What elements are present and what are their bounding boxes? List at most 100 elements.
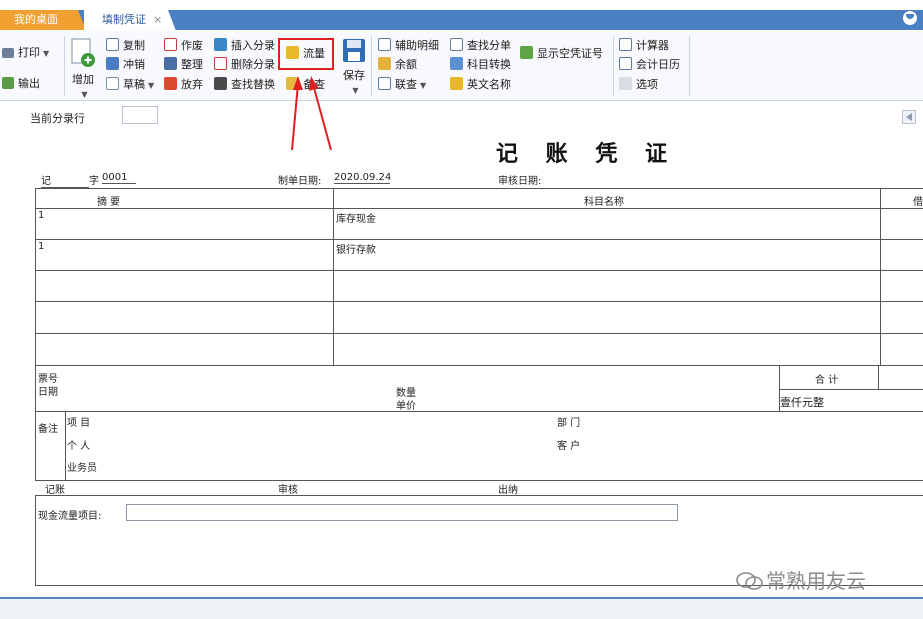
entry-summary-cell[interactable] [35,301,334,334]
tidy-button[interactable]: 整理 [164,56,203,74]
english-icon [450,77,463,90]
chevron-down-icon[interactable]: ▼ [148,81,154,90]
account-convert-button[interactable]: 科目转换 [450,56,511,74]
draft-icon [106,77,119,90]
project-label: 项 目 [67,418,91,429]
copy-button[interactable]: 复制 [106,37,145,55]
chevron-down-icon[interactable]: ▼ [43,49,49,58]
entry-summary-cell[interactable] [35,270,334,302]
entry-account-cell[interactable] [333,333,881,366]
print-button[interactable]: 打印 ▼ [2,44,49,62]
entry-summary-cell[interactable] [35,239,334,271]
find-entry-icon [450,38,463,51]
export-icon [2,77,14,89]
aux-detail-button[interactable]: 辅助明细 [378,37,439,55]
calendar-icon [619,57,632,70]
discard-icon [164,77,177,90]
status-bar [0,597,923,619]
floppy-disk-icon [343,39,365,62]
voucher-title: 记 账 凭 证 [496,141,677,167]
entry-account-cell[interactable] [333,208,881,240]
make-date[interactable]: 2020.09.24 [334,172,391,184]
find-entry-button[interactable]: 查找分单 [450,37,511,55]
col-account-label: 科目名称 [584,197,624,208]
balance-button[interactable]: 余额 [378,56,417,74]
id-icon [520,46,533,59]
insert-entry-button[interactable]: 插入分录 [214,37,275,55]
zi-label: 字 [89,176,99,187]
watermark: 常熟用友云 [736,565,866,593]
delete-entry-button[interactable]: 删除分录 [214,56,275,74]
aux-detail-icon [378,38,391,51]
reverse-icon [106,57,119,70]
show-empty-number-button[interactable]: 显示空凭证号 [520,45,603,63]
total-label: 合 计 [815,375,839,386]
entry-account-cell[interactable] [333,301,881,334]
voucher-type-field[interactable]: 记 [41,172,89,188]
row-account: 银行存款 [336,245,376,256]
spare-icon [286,77,299,90]
void-button[interactable]: 作废 [164,37,203,55]
salesman-label: 业务员 [67,463,97,474]
chevron-down-icon[interactable]: ▼ [420,81,426,90]
auditor-label: 审核 [278,485,298,496]
delete-row-icon [214,57,227,70]
find-replace-button[interactable]: 查找替换 [214,76,275,94]
entry-debit-cell[interactable] [880,301,923,334]
audit-date-label: 审核日期: [498,176,542,187]
entry-summary-cell[interactable] [35,208,334,240]
entry-debit-cell[interactable] [880,239,923,271]
toolbar-divider [689,36,690,96]
toolbar-divider [371,36,372,96]
chevron-down-icon[interactable]: ▼ [352,86,358,95]
add-document-icon [71,38,95,67]
calculator-button[interactable]: 计算器 [619,37,669,55]
linked-query-button[interactable]: 联查 ▼ [378,76,426,94]
user-menu-icon[interactable] [903,11,917,25]
current-row-input[interactable] [122,106,158,124]
toolbar-divider [613,36,614,96]
spare-button[interactable]: 备查 [286,76,325,94]
export-button[interactable]: 输出 [2,75,40,93]
save-button[interactable]: 保存 ▼ [340,38,368,96]
col-summary-label: 摘 要 [97,197,121,208]
entry-account-cell[interactable] [333,239,881,271]
first-record-icon[interactable] [902,110,916,124]
insert-row-icon [214,38,227,51]
row-summary: 1 [38,210,45,221]
entry-debit-cell[interactable] [880,208,923,240]
reverse-button[interactable]: 冲销 [106,56,145,74]
chevron-down-icon[interactable]: ▼ [81,90,87,99]
wechat-icon [736,572,763,590]
discard-button[interactable]: 放弃 [164,76,203,94]
draft-button[interactable]: 草稿 ▼ [106,76,154,94]
entry-account-cell[interactable] [333,270,881,302]
entry-summary-cell[interactable] [35,333,334,366]
copy-icon [106,38,119,51]
header-summary-cell [35,188,334,209]
coins-icon [378,57,391,70]
top-strip [0,0,923,10]
date-label: 日期 [38,387,58,398]
tab-desktop[interactable]: 我的桌面 [0,10,86,30]
cashier-label: 出纳 [498,485,518,496]
add-button[interactable]: 增加 ▼ [68,38,98,100]
tidy-icon [164,57,177,70]
calendar-button[interactable]: 会计日历 [619,56,680,74]
remarks-label: 备注 [38,424,58,435]
voucher-number-field[interactable]: 0001 [102,172,136,184]
tab-close-icon[interactable]: × [153,10,165,30]
cashflow-label: 现金流量项目: [38,511,102,522]
department-label: 部 门 [557,418,581,429]
cashflow-input[interactable] [126,504,678,521]
row-account: 库存现金 [336,214,376,225]
entry-debit-cell[interactable] [880,270,923,302]
english-name-button[interactable]: 英文名称 [450,76,511,94]
options-button[interactable]: 选项 [619,76,658,94]
voucher-number[interactable]: 0001 [102,172,136,184]
entry-debit-cell[interactable] [880,333,923,366]
row-summary: 1 [38,241,45,252]
make-date-field[interactable]: 2020.09.24 [334,172,391,184]
voucher-type[interactable]: 记 [41,172,89,188]
find-replace-icon [214,77,227,90]
